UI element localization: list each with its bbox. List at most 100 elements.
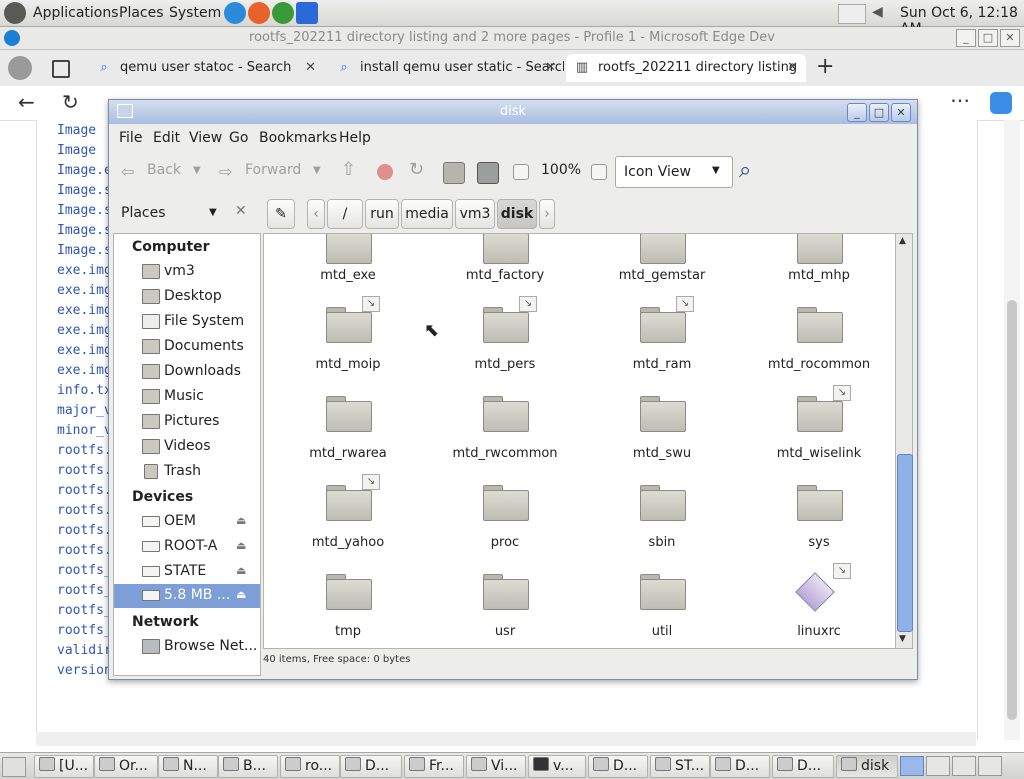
edge-dev-launcher-icon[interactable] [224, 2, 246, 24]
search-icon[interactable]: ⌕ [739, 158, 751, 183]
file-manager-titlebar[interactable]: disk _ □ ✕ [109, 100, 917, 124]
taskbar-item[interactable]: D... [772, 755, 834, 778]
listing-line[interactable]: exe.img [57, 363, 112, 378]
folder-item[interactable]: util [584, 574, 740, 639]
profile-avatar[interactable] [8, 56, 32, 80]
path-scroll-right-button[interactable]: › [539, 199, 555, 229]
menu-help[interactable]: Help [339, 130, 371, 146]
path-scroll-left-button[interactable]: ‹ [307, 199, 325, 229]
edit-location-button[interactable]: ✎ [267, 199, 295, 229]
menu-file[interactable]: File [119, 130, 142, 146]
gnome-foot-icon[interactable] [4, 2, 26, 24]
listing-line[interactable]: exe.img [57, 283, 112, 298]
crumb-media[interactable]: media [401, 199, 453, 229]
computer-icon[interactable] [477, 162, 499, 184]
sidebar-item-videos[interactable]: Videos [114, 435, 260, 459]
menu-places[interactable]: Places [119, 5, 164, 21]
menu-go[interactable]: Go [229, 130, 248, 146]
copilot-icon[interactable] [990, 92, 1012, 114]
menu-bookmarks[interactable]: Bookmarks [259, 130, 337, 146]
sidebar-item-root-a[interactable]: ROOT-A ⏏ [114, 535, 260, 559]
workspace-2[interactable] [926, 756, 950, 776]
minimize-button[interactable]: _ [847, 103, 867, 122]
taskbar-item[interactable]: ro... [280, 755, 340, 778]
listing-line[interactable]: rootfs. [57, 483, 112, 498]
forward-arrow-icon[interactable]: ⇨ [219, 162, 232, 181]
taskbar-item[interactable]: v... [528, 755, 586, 778]
crumb-disk[interactable]: disk [497, 199, 537, 229]
listing-line[interactable]: minor_v [57, 423, 112, 438]
page-horizontal-scrollbar[interactable] [36, 732, 976, 746]
more-icon[interactable]: ⋯ [950, 88, 970, 112]
sidebar-item-pictures[interactable]: Pictures [114, 410, 260, 434]
listing-line[interactable]: exe.img [57, 343, 112, 358]
crumb-run[interactable]: run [365, 199, 399, 229]
eject-icon[interactable]: ⏏ [236, 564, 246, 577]
stop-icon[interactable] [377, 164, 393, 180]
chrome-launcher-icon[interactable] [272, 2, 294, 24]
scroll-thumb[interactable] [1007, 300, 1017, 720]
listing-line[interactable]: Image [57, 123, 96, 138]
back-history-icon[interactable]: ▼ [193, 165, 201, 176]
taskbar-item[interactable]: D... [340, 755, 402, 778]
taskbar-item[interactable]: Vi... [466, 755, 526, 778]
eject-icon[interactable]: ⏏ [236, 539, 246, 552]
page-vertical-scrollbar[interactable] [1004, 120, 1020, 740]
reload-icon[interactable]: ↻ [409, 159, 424, 180]
listing-line[interactable]: exe.img [57, 303, 112, 318]
taskbar-item[interactable]: D... [588, 755, 648, 778]
volume-icon[interactable]: ◀ [872, 4, 888, 22]
folder-item[interactable]: sys [741, 485, 896, 550]
menu-edit[interactable]: Edit [153, 130, 180, 146]
home-icon[interactable] [443, 162, 465, 184]
folder-item[interactable]: mtd_ram [584, 307, 740, 372]
tab-install-qemu[interactable]: ⌕ install qemu user static - Search ✕ [328, 54, 564, 82]
listing-line[interactable]: Image [57, 143, 96, 158]
sidebar-item-documents[interactable]: Documents [114, 335, 260, 359]
back-button[interactable]: Back [147, 162, 181, 178]
listing-line[interactable]: Image.s [57, 203, 112, 218]
eject-icon[interactable]: ⏏ [236, 514, 246, 527]
folder-item[interactable]: mtd_rocommon [741, 307, 896, 372]
browser-minimize-button[interactable]: _ [956, 29, 976, 47]
folder-item[interactable]: mtd_factory [427, 234, 583, 283]
close-icon[interactable]: ✕ [305, 54, 316, 82]
listing-line[interactable]: info.tx [57, 383, 112, 398]
folder-item[interactable]: proc [427, 485, 583, 550]
refresh-icon[interactable]: ↻ [62, 90, 79, 114]
new-tab-button[interactable]: + [816, 54, 834, 79]
close-icon[interactable]: ✕ [545, 54, 556, 82]
sidebar-item-file-system[interactable]: File System [114, 310, 260, 334]
listing-line[interactable]: rootfs. [57, 443, 112, 458]
side-pane-chevron-icon[interactable]: ▼ [209, 207, 217, 218]
close-side-pane-icon[interactable]: ✕ [235, 203, 247, 219]
zoom-out-icon[interactable] [513, 164, 529, 180]
scroll-down-icon[interactable]: ▼ [899, 634, 906, 644]
sidebar-item-browse-network[interactable]: Browse Net... [114, 635, 260, 659]
tab-actions-icon[interactable] [52, 60, 70, 78]
icon-view-scrollbar[interactable]: ▲ ▼ [895, 233, 913, 649]
listing-line[interactable]: rootfs. [57, 523, 112, 538]
folder-item[interactable]: sbin [584, 485, 740, 550]
sidebar-item-downloads[interactable]: Downloads [114, 360, 260, 384]
listing-line[interactable]: exe.img [57, 263, 112, 278]
listing-line[interactable]: Image.s [57, 243, 112, 258]
listing-line[interactable]: rootfs. [57, 543, 112, 558]
workspace-4[interactable] [978, 756, 1002, 776]
tab-qemu-statoc[interactable]: ⌕ qemu user statoc - Search ✕ [88, 54, 324, 82]
listing-line[interactable]: rootfs_ [57, 623, 112, 638]
sidebar-item-desktop[interactable]: Desktop [114, 285, 260, 309]
notification-area-icon[interactable] [838, 4, 866, 24]
listing-line[interactable]: rootfs. [57, 463, 112, 478]
show-desktop-icon[interactable] [2, 757, 26, 777]
listing-line[interactable]: rootfs_ [57, 583, 112, 598]
folder-item[interactable]: mtd_pers [427, 307, 583, 372]
folder-item[interactable]: usr [427, 574, 583, 639]
folder-item[interactable]: mtd_wiselink [741, 396, 896, 461]
forward-button[interactable]: Forward [245, 162, 301, 178]
taskbar-item-disk[interactable]: disk [836, 755, 898, 778]
back-arrow-icon[interactable]: ⇦ [121, 162, 134, 181]
view-mode-select[interactable]: Icon View ▼ [615, 156, 733, 188]
taskbar-item[interactable]: D... [710, 755, 770, 778]
scroll-thumb[interactable] [897, 454, 913, 632]
